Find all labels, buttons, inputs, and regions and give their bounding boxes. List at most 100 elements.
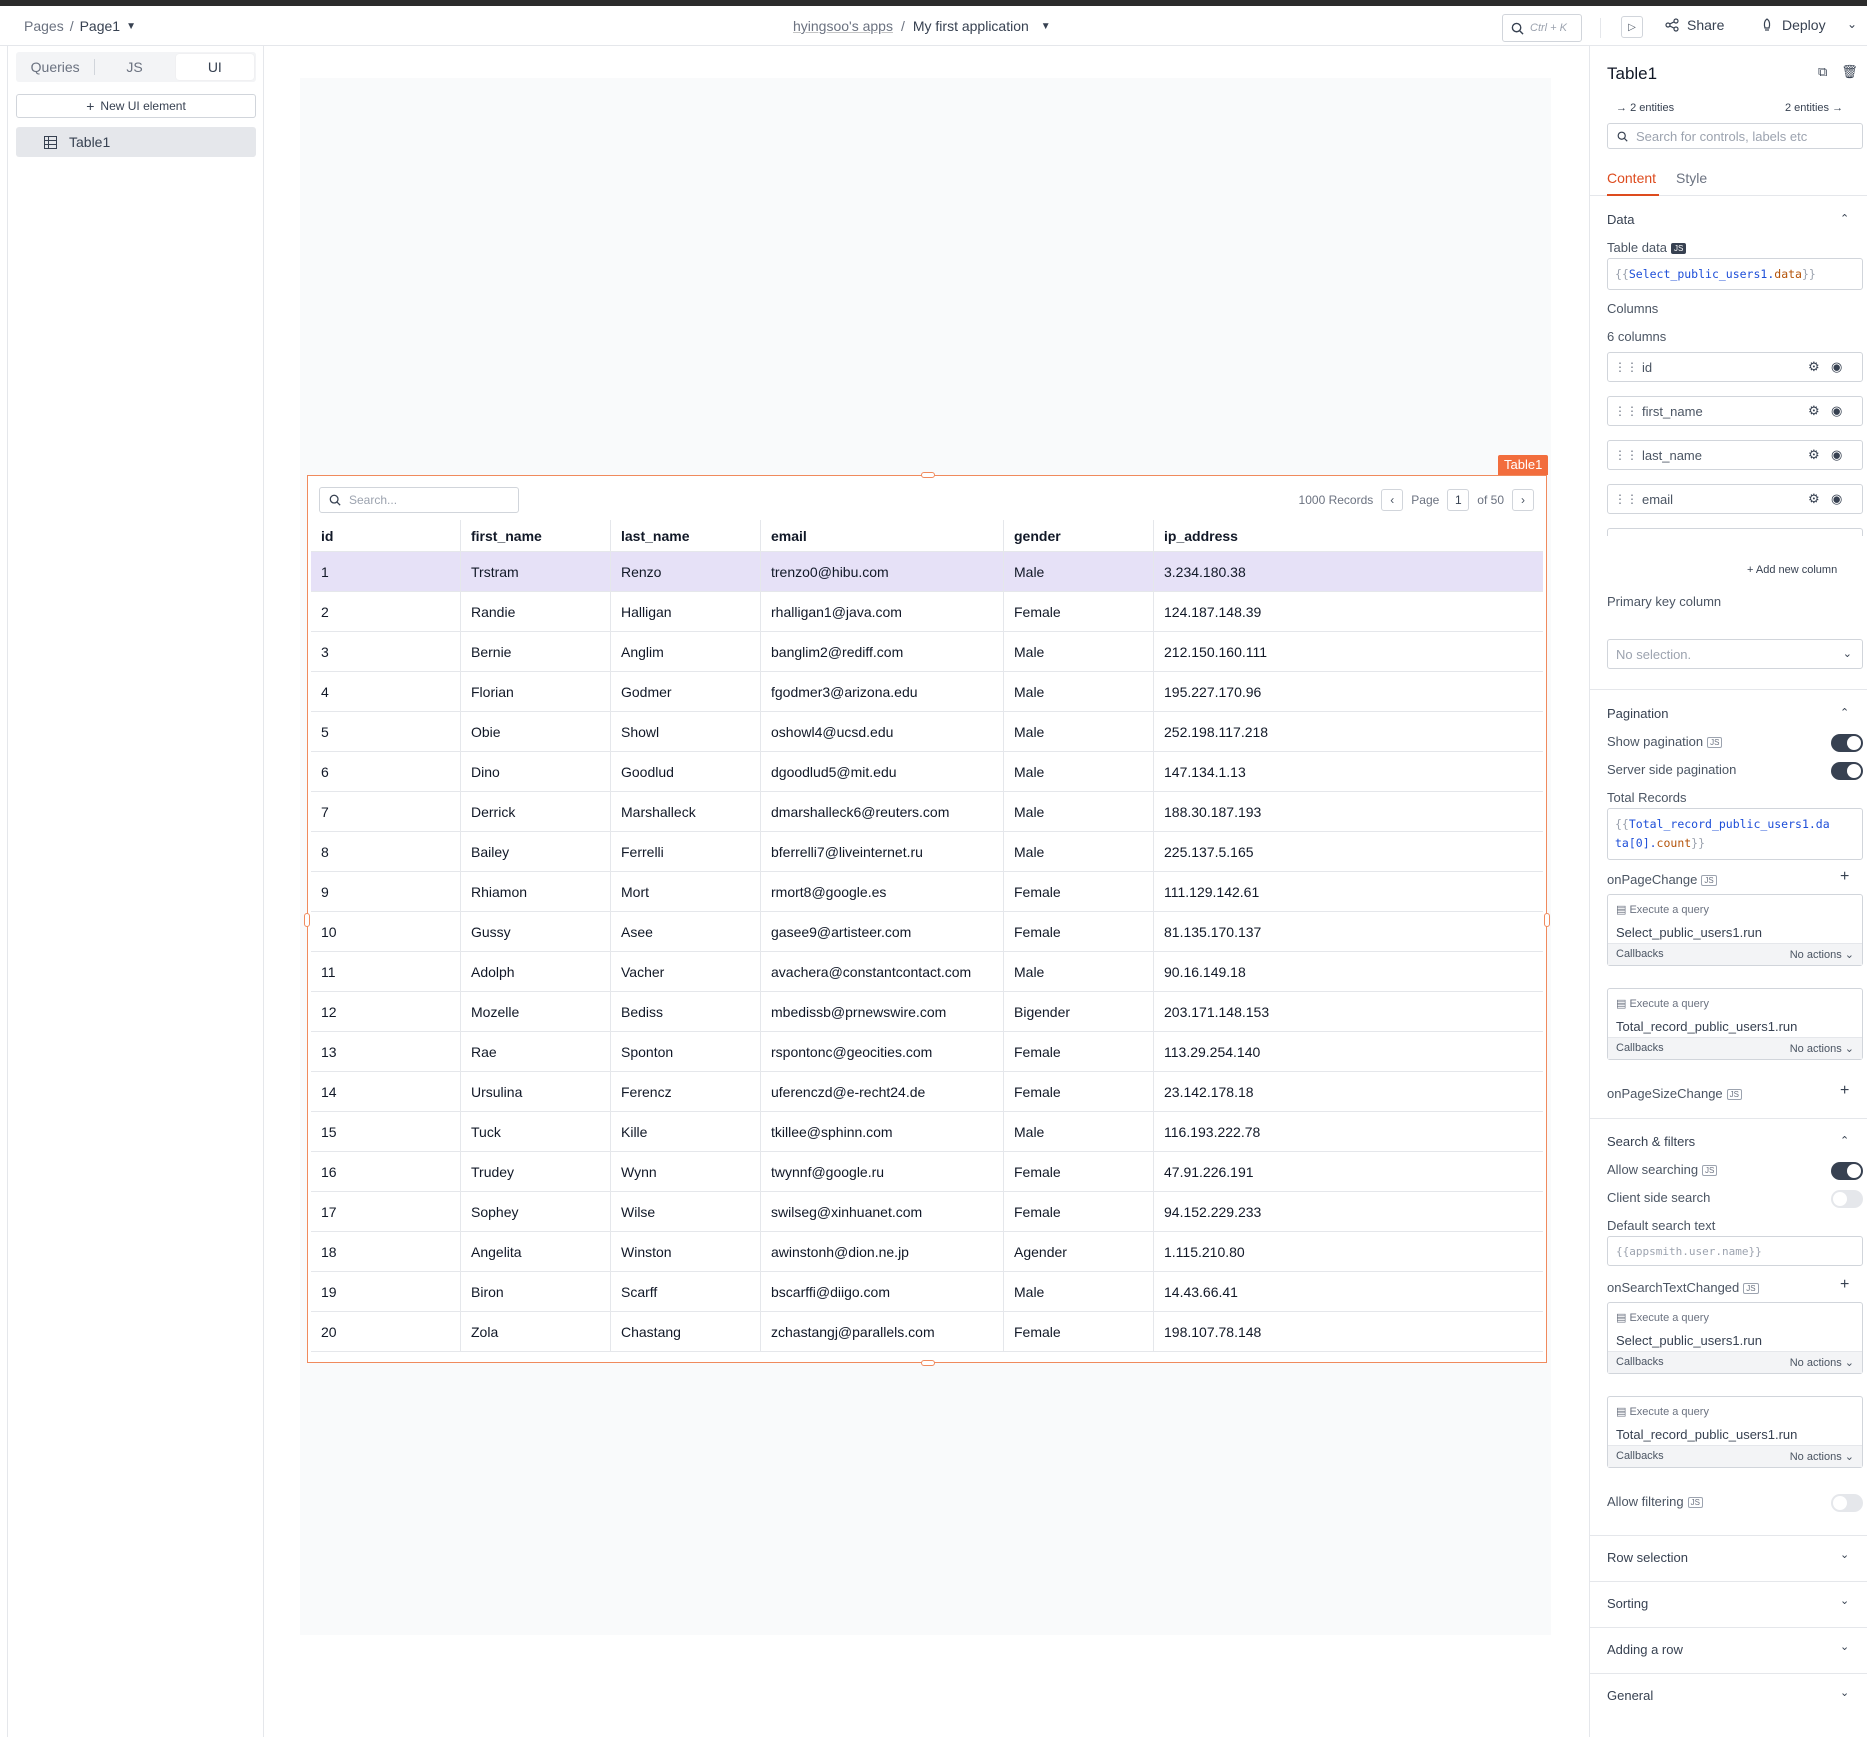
tab-style[interactable]: Style — [1676, 170, 1707, 186]
table-data-input[interactable]: {{Select_public_users1.data}} — [1607, 258, 1863, 290]
table-widget[interactable]: Search... 1000 Records ‹ Page 1 of 50 › … — [304, 472, 1550, 1366]
column-item-first-name[interactable]: ⋮⋮ first_name ⚙ ◉ — [1607, 396, 1863, 426]
current-page[interactable]: Page1 — [80, 18, 120, 34]
table-row[interactable]: 7 Derrick Marshalleck dmarshalleck6@reuters… — [311, 792, 1543, 832]
eye-icon[interactable]: ◉ — [1831, 403, 1842, 419]
resize-handle-bottom[interactable] — [921, 1360, 935, 1366]
tab-content[interactable]: Content — [1607, 170, 1656, 186]
column-header-gender[interactable]: gender — [1004, 520, 1154, 551]
action-card-total-query[interactable]: ▤ Execute a query Total_record_public_us… — [1607, 988, 1863, 1060]
table-row[interactable]: 18 Angelita Winston awinstonh@dion.ne.jp Age… — [311, 1232, 1543, 1272]
column-header-email[interactable]: email — [761, 520, 1004, 551]
chevron-up-icon[interactable]: ⌃ — [1840, 706, 1849, 719]
gear-icon[interactable]: ⚙ — [1808, 359, 1820, 375]
drag-handle-icon[interactable]: ⋮⋮ — [1614, 448, 1638, 462]
property-search-input[interactable]: Search for controls, labels etc — [1607, 123, 1863, 149]
copy-icon[interactable]: ⧉ — [1818, 64, 1827, 80]
new-ui-element-button[interactable]: + New UI element — [16, 94, 256, 118]
chevron-down-icon[interactable]: ▼ — [126, 21, 136, 32]
drag-handle-icon[interactable]: ⋮⋮ — [1614, 404, 1638, 418]
column-header-id[interactable]: id — [311, 520, 461, 551]
eye-icon[interactable]: ◉ — [1831, 447, 1842, 463]
table-row[interactable]: 19 Biron Scarff bscarffi@diigo.com Male 14.43… — [311, 1272, 1543, 1312]
section-data[interactable]: Data — [1607, 212, 1634, 227]
js-toggle[interactable]: JS — [1671, 243, 1687, 254]
deploy-options-chevron-icon[interactable]: ⌄ — [1847, 17, 1857, 31]
trash-icon[interactable]: 🗑 — [1841, 64, 1858, 80]
section-general[interactable]: General — [1607, 1688, 1653, 1703]
add-action-plus-icon[interactable]: + — [1840, 868, 1849, 886]
table-row[interactable]: 13 Rae Sponton rspontonc@geocities.com Femal… — [311, 1032, 1543, 1072]
js-toggle[interactable]: JS — [1707, 737, 1723, 748]
table-row[interactable]: 2 Randie Halligan rhalligan1@java.com Female… — [311, 592, 1543, 632]
table-search-input[interactable]: Search... — [319, 487, 519, 513]
table-row[interactable]: 10 Gussy Asee gasee9@artisteer.com Female 81.… — [311, 912, 1543, 952]
tab-js[interactable]: JS — [95, 54, 173, 80]
outgoing-entities[interactable]: 2 entities → — [1785, 102, 1843, 114]
js-toggle[interactable]: JS — [1687, 1497, 1703, 1508]
server-side-pagination-toggle[interactable] — [1831, 762, 1863, 780]
page-number-input[interactable]: 1 — [1447, 489, 1470, 511]
table-row[interactable]: 1 Trstram Renzo trenzo0@hibu.com Male 3.234.1… — [311, 552, 1543, 592]
tab-queries[interactable]: Queries — [16, 54, 94, 80]
preview-button[interactable]: ▷ — [1621, 16, 1643, 38]
js-toggle[interactable]: JS — [1726, 1089, 1742, 1100]
incoming-entities[interactable]: → 2 entities — [1616, 102, 1674, 114]
section-adding-a-row[interactable]: Adding a row — [1607, 1642, 1683, 1657]
eye-icon[interactable]: ◉ — [1831, 491, 1842, 507]
total-records-input[interactable]: {{Total_record_public_users1.da ta[0].cou… — [1607, 808, 1863, 860]
table-row[interactable]: 3 Bernie Anglim banglim2@rediff.com Male 212.… — [311, 632, 1543, 672]
section-row-selection[interactable]: Row selection — [1607, 1550, 1688, 1565]
share-button[interactable]: Share — [1665, 17, 1724, 33]
app-name[interactable]: My first application — [913, 18, 1029, 34]
resize-handle-right[interactable] — [1544, 913, 1550, 927]
omnibar-search[interactable]: Ctrl + K — [1502, 14, 1582, 42]
action-card-total-query[interactable]: ▤ Execute a query Total_record_public_us… — [1607, 1396, 1863, 1468]
drag-handle-icon[interactable]: ⋮⋮ — [1614, 492, 1638, 506]
entity-item-table1[interactable]: Table1 — [16, 127, 256, 157]
gear-icon[interactable]: ⚙ — [1808, 447, 1820, 463]
callbacks-bar[interactable]: Callbacks No actions ⌄ — [1608, 1445, 1862, 1467]
primary-key-select[interactable]: No selection. ⌄ — [1607, 639, 1863, 669]
table-row[interactable]: 12 Mozelle Bediss mbedissb@prnewswire.com Bi… — [311, 992, 1543, 1032]
add-action-plus-icon[interactable]: + — [1840, 1276, 1849, 1294]
page-selector[interactable]: Pages / Page1 ▼ — [24, 18, 136, 34]
action-card-select-query[interactable]: ▤ Execute a query Select_public_users1.r… — [1607, 1302, 1863, 1374]
column-header-first-name[interactable]: first_name — [461, 520, 611, 551]
column-item-last-name[interactable]: ⋮⋮ last_name ⚙ ◉ — [1607, 440, 1863, 470]
gear-icon[interactable]: ⚙ — [1808, 491, 1820, 507]
show-pagination-toggle[interactable] — [1831, 734, 1863, 752]
column-item-id[interactable]: ⋮⋮ id ⚙ ◉ — [1607, 352, 1863, 382]
chevron-up-icon[interactable]: ⌃ — [1840, 212, 1849, 225]
column-header-last-name[interactable]: last_name — [611, 520, 761, 551]
chevron-down-icon[interactable]: ▼ — [1041, 21, 1051, 32]
table-row[interactable]: 5 Obie Showl oshowl4@ucsd.edu Male 252.198.11… — [311, 712, 1543, 752]
widget-title[interactable]: Table1 — [1607, 64, 1657, 84]
widget-name-tag[interactable]: Table1 — [1498, 455, 1549, 475]
js-toggle[interactable]: JS — [1702, 1165, 1718, 1176]
default-search-input[interactable]: {{appsmith.user.name}} — [1607, 1236, 1863, 1266]
table-row[interactable]: 20 Zola Chastang zchastangj@parallels.com Fe… — [311, 1312, 1543, 1352]
chevron-down-icon[interactable]: ⌄ — [1840, 1548, 1849, 1561]
table-row[interactable]: 11 Adolph Vacher avachera@constantcontact.c… — [311, 952, 1543, 992]
chevron-down-icon[interactable]: ⌄ — [1840, 1686, 1849, 1699]
add-action-plus-icon[interactable]: + — [1840, 1082, 1849, 1100]
callbacks-bar[interactable]: Callbacks No actions ⌄ — [1608, 1037, 1862, 1059]
table-row[interactable]: 6 Dino Goodlud dgoodlud5@mit.edu Male 147.134… — [311, 752, 1543, 792]
table-row[interactable]: 14 Ursulina Ferencz uferenczd@e-recht24.de F… — [311, 1072, 1543, 1112]
allow-filtering-toggle[interactable] — [1831, 1494, 1863, 1512]
add-new-column-button[interactable]: + Add new column — [1747, 564, 1837, 576]
allow-searching-toggle[interactable] — [1831, 1162, 1863, 1180]
table-row[interactable]: 9 Rhiamon Mort rmort8@google.es Female 111.12… — [311, 872, 1543, 912]
section-sorting[interactable]: Sorting — [1607, 1596, 1648, 1611]
callbacks-bar[interactable]: Callbacks No actions ⌄ — [1608, 1351, 1862, 1373]
chevron-down-icon[interactable]: ⌄ — [1840, 1594, 1849, 1607]
table-row[interactable]: 17 Sophey Wilse swilseg@xinhuanet.com Female… — [311, 1192, 1543, 1232]
table-row[interactable]: 8 Bailey Ferrelli bferrelli7@liveinternet.r… — [311, 832, 1543, 872]
section-pagination[interactable]: Pagination — [1607, 706, 1668, 721]
section-search-filters[interactable]: Search & filters — [1607, 1134, 1695, 1149]
table-row[interactable]: 16 Trudey Wynn twynnf@google.ru Female 47.91.… — [311, 1152, 1543, 1192]
chevron-down-icon[interactable]: ⌄ — [1840, 1640, 1849, 1653]
column-header-ip-address[interactable]: ip_address — [1154, 520, 1543, 551]
action-card-select-query[interactable]: ▤ Execute a query Select_public_users1.r… — [1607, 894, 1863, 966]
